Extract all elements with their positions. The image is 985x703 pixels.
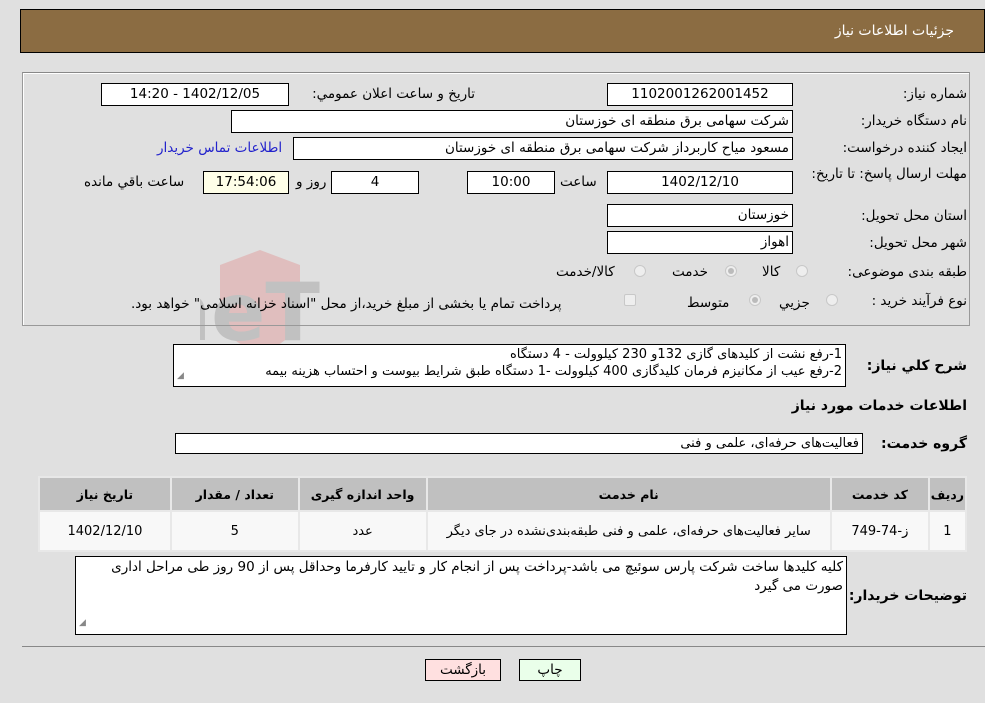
services-section-title: اطلاعات خدمات مورد نیاز <box>791 398 967 414</box>
purchase-type-label: نوع فرآیند خرید : <box>871 293 967 309</box>
buyer-org-field[interactable]: شرکت سهامی برق منطقه ای خوزستان <box>231 110 793 133</box>
table-header-row: ردیف کد خدمت نام خدمت واحد اندازه گیری ت… <box>38 476 968 512</box>
time-remaining-field: 17:54:06 <box>203 171 289 194</box>
back-button[interactable]: بازگشت <box>425 659 501 681</box>
resize-handle-icon[interactable]: ◢ <box>177 368 184 385</box>
category-option-service: خدمت <box>672 264 708 280</box>
province-field[interactable]: خوزستان <box>607 204 793 227</box>
buyer-org-label: نام دستگاه خريدار: <box>860 113 967 129</box>
summary-line-2: 2-رفع عیب از مکانیزم فرمان کلیدگازی 400 … <box>265 364 842 379</box>
print-button[interactable]: چاپ <box>519 659 581 681</box>
deadline-time-field[interactable]: 10:00 <box>467 171 555 194</box>
category-option-goods: کالا <box>762 264 781 280</box>
col-header-need-date: تاریخ نیاز <box>38 476 172 512</box>
purchase-type-option-minor: جزيي <box>779 295 810 311</box>
col-header-row-number: ردیف <box>927 476 968 512</box>
col-header-service-code: کد خدمت <box>829 476 930 512</box>
purchase-type-radio-medium[interactable] <box>749 294 761 306</box>
buyer-notes-label: توضیحات خریدار: <box>848 588 967 604</box>
time-remaining-label: ساعت باقي مانده <box>84 174 185 190</box>
cell-need-date: 1402/12/10 <box>38 510 172 552</box>
announce-datetime-label: تاریخ و ساعت اعلان عمومي: <box>312 86 475 102</box>
resize-handle-icon[interactable]: ◢ <box>79 614 86 633</box>
summary-line-1: 1-رفع نشت از کلیدهای گازی 132و 230 کیلوو… <box>509 347 842 362</box>
deadline-time-label: ساعت <box>560 174 597 190</box>
province-label: استان محل تحویل: <box>861 208 967 224</box>
need-number-field[interactable]: 1102001262001452 <box>607 83 793 106</box>
buyer-notes-textarea[interactable]: کلیه کلیدها ساخت شرکت پارس سوئیچ می باشد… <box>75 556 847 635</box>
purchase-type-option-medium: متوسط <box>687 295 730 311</box>
deadline-date-field[interactable]: 1402/12/10 <box>607 171 793 194</box>
category-radio-service[interactable] <box>725 265 737 277</box>
page-title: جزئیات اطلاعات نیاز <box>834 23 954 39</box>
cell-unit: عدد <box>297 510 428 552</box>
table-row: 1 ز-74-749 سایر فعالیت‌های حرفه‌ای، علمی… <box>38 510 968 552</box>
page-header: جزئیات اطلاعات نیاز <box>20 9 985 53</box>
purchase-type-radio-minor[interactable] <box>826 294 838 306</box>
col-header-quantity: تعداد / مقدار <box>169 476 300 512</box>
days-label: روز و <box>296 174 327 190</box>
requester-label: ایجاد کننده درخواست: <box>842 140 967 156</box>
buyer-contact-link[interactable]: اطلاعات تماس خریدار <box>157 140 282 156</box>
cell-quantity: 5 <box>169 510 300 552</box>
services-table: ردیف کد خدمت نام خدمت واحد اندازه گیری ت… <box>38 476 968 552</box>
treasury-checkbox[interactable] <box>624 294 636 306</box>
category-option-goods-service: کالا/خدمت <box>556 264 615 280</box>
category-label: طبقه بندی موضوعی: <box>847 264 967 280</box>
treasury-note: پرداخت تمام یا بخشی از مبلغ خرید،از محل … <box>131 296 562 312</box>
days-remaining-field[interactable]: 4 <box>331 171 419 194</box>
service-group-field[interactable]: فعالیت‌های حرفه‌ای، علمی و فنی <box>175 433 863 454</box>
cell-service-name: سایر فعالیت‌های حرفه‌ای، علمی و فنی طبقه… <box>425 510 832 552</box>
col-header-service-name: نام خدمت <box>425 476 832 512</box>
cell-row-number: 1 <box>927 510 968 552</box>
col-header-unit: واحد اندازه گیری <box>297 476 428 512</box>
deadline-label: مهلت ارسال پاسخ: تا تاریخ: <box>811 166 967 182</box>
service-group-label: گروه خدمت: <box>881 436 967 452</box>
category-radio-goods[interactable] <box>796 265 808 277</box>
requester-field[interactable]: مسعود میاح کاربرداز شرکت سهامی برق منطقه… <box>293 137 793 160</box>
announce-datetime-field[interactable]: 1402/12/05 - 14:20 <box>101 83 289 106</box>
city-field[interactable]: اهواز <box>607 231 793 254</box>
summary-textarea[interactable]: 1-رفع نشت از کلیدهای گازی 132و 230 کیلوو… <box>173 344 846 387</box>
category-radio-goods-service[interactable] <box>634 265 646 277</box>
footer-separator <box>22 646 985 647</box>
cell-service-code: ز-74-749 <box>829 510 930 552</box>
need-number-label: شماره نیاز: <box>902 86 967 102</box>
buyer-notes-text: کلیه کلیدها ساخت شرکت پارس سوئیچ می باشد… <box>111 559 843 594</box>
city-label: شهر محل تحویل: <box>869 235 967 251</box>
summary-label: شرح کلي نیاز: <box>866 358 967 374</box>
